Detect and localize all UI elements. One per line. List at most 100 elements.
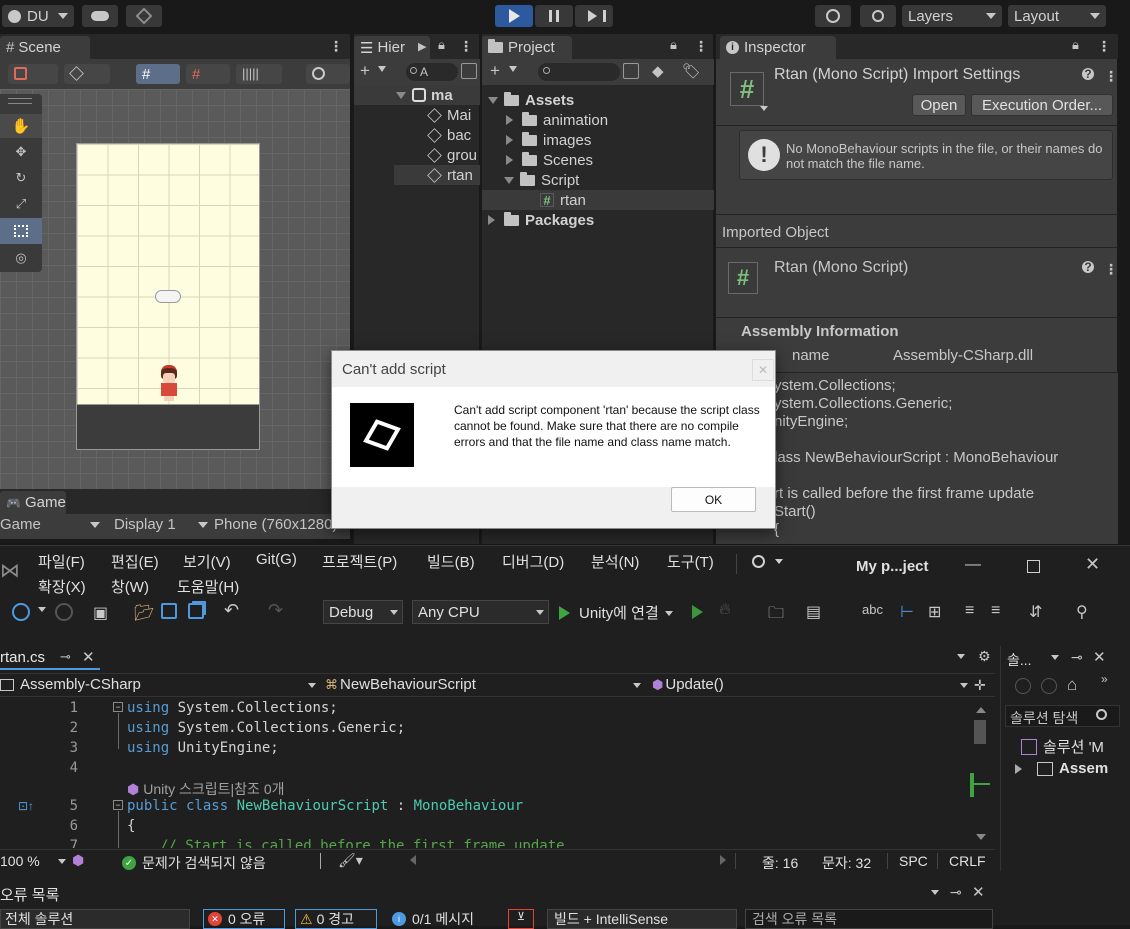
dialog-close-button[interactable]: ✕ bbox=[752, 359, 774, 381]
menu-git[interactable]: Git(G) bbox=[256, 551, 297, 568]
outdent-icon[interactable]: ≡ bbox=[991, 602, 1000, 620]
configuration-dropdown[interactable]: Debug bbox=[323, 600, 403, 624]
tree-images[interactable]: images bbox=[506, 130, 591, 150]
column-indicator[interactable]: 문자: 32 bbox=[822, 853, 871, 873]
errors-filter[interactable]: ✕ 0 오류 bbox=[203, 909, 285, 929]
line-ending-indicator[interactable]: CRLF bbox=[949, 853, 986, 869]
copilot-icon[interactable]: ⬢ bbox=[72, 852, 84, 869]
ok-button[interactable]: OK bbox=[671, 487, 756, 512]
pin-icon[interactable]: ⊸ bbox=[1071, 649, 1083, 666]
type-filter-icon[interactable]: ◆ bbox=[652, 62, 664, 80]
maximize-button[interactable] bbox=[1027, 560, 1040, 573]
menu-debug[interactable]: 디버그(D) bbox=[502, 551, 564, 572]
move-tool[interactable]: ✥ bbox=[0, 140, 42, 164]
build-filter-icon[interactable]: ⊻ bbox=[508, 909, 534, 929]
menu-build[interactable]: 빌드(B) bbox=[427, 551, 475, 572]
collapse-icon[interactable]: − bbox=[113, 702, 123, 712]
ruler-button[interactable]: ||||| bbox=[236, 64, 282, 84]
layers-dropdown[interactable]: Layers bbox=[902, 5, 1002, 27]
back-dropdown-icon[interactable] bbox=[38, 607, 46, 616]
scroll-thumb[interactable] bbox=[974, 720, 986, 744]
close-panel-icon[interactable]: ✕ bbox=[1093, 648, 1106, 666]
editor-scrollbar[interactable] bbox=[970, 698, 992, 848]
scroll-down-icon[interactable] bbox=[976, 834, 986, 845]
object-menu-icon[interactable]: ⋮ bbox=[1104, 261, 1118, 278]
palette-handle[interactable] bbox=[8, 98, 32, 104]
open-button[interactable]: Open bbox=[912, 94, 966, 116]
pin-icon[interactable]: ⊸ bbox=[950, 884, 962, 901]
tab-game[interactable]: 🎮 Game bbox=[0, 491, 66, 514]
scene-viewport[interactable] bbox=[0, 89, 350, 489]
step-button[interactable] bbox=[575, 5, 613, 27]
gizmo-dropdown[interactable] bbox=[8, 64, 58, 84]
view-tool-dropdown[interactable] bbox=[306, 64, 350, 84]
project-search-input[interactable] bbox=[538, 63, 620, 81]
pause-button[interactable] bbox=[535, 5, 573, 27]
platform-dropdown[interactable]: Any CPU bbox=[412, 600, 549, 624]
hierarchy-item[interactable]: bac bbox=[427, 125, 471, 145]
close-panel-icon[interactable]: ✕ bbox=[972, 883, 985, 901]
tab-scene[interactable]: # Scene bbox=[0, 36, 90, 59]
display-dropdown[interactable]: Display 1 bbox=[114, 516, 208, 533]
codelens[interactable]: ⬢ Unity 스크립트|참조 0개 bbox=[127, 779, 285, 799]
tree-scenes[interactable]: Scenes bbox=[506, 150, 593, 170]
hot-reload-icon[interactable]: 🔥︎ bbox=[719, 601, 731, 619]
snap-increment-button[interactable]: # bbox=[186, 64, 230, 84]
scene-menu-icon[interactable]: ⋮ bbox=[329, 38, 343, 55]
search-icon[interactable] bbox=[1096, 709, 1107, 720]
project-nav-dropdown[interactable]: Assembly-CSharp bbox=[0, 676, 316, 693]
toolbar-overflow-icon[interactable]: ⇵ bbox=[1029, 602, 1042, 622]
lock-icon[interactable]: 🔒︎ bbox=[670, 37, 677, 53]
class-nav-dropdown[interactable]: ⌘ NewBehaviourScript bbox=[325, 676, 641, 693]
help-icon[interactable]: ? bbox=[1082, 68, 1094, 80]
code-editor[interactable]: 1 2 3 4 5 6 7 − − ⊡↑ using System.Collec… bbox=[0, 698, 968, 848]
forward-icon[interactable] bbox=[55, 603, 73, 621]
project-menu-icon[interactable]: ⋮ bbox=[694, 38, 708, 55]
bookmark-icon[interactable]: ⊞ bbox=[928, 602, 941, 622]
icon-dropdown-icon[interactable] bbox=[760, 106, 768, 115]
search-button[interactable] bbox=[860, 5, 896, 27]
account-dropdown[interactable]: DU bbox=[2, 5, 74, 27]
tree-animation[interactable]: animation bbox=[506, 110, 608, 130]
grid-snap-button[interactable]: # bbox=[136, 64, 180, 84]
issues-indicator[interactable]: ✓ 문제가 검색되지 않음 bbox=[122, 853, 266, 873]
minimize-button[interactable]: — bbox=[965, 556, 981, 574]
build-source-dropdown[interactable]: 빌드 + IntelliSense bbox=[547, 909, 737, 929]
split-editor-icon[interactable]: ✛ bbox=[974, 677, 986, 694]
attach-unity-button[interactable]: Unity에 연결 bbox=[559, 602, 673, 623]
error-search-input[interactable]: 검색 오류 목록 bbox=[745, 909, 993, 929]
member-nav-dropdown[interactable]: ⬢ Update() bbox=[652, 676, 968, 693]
overflow-icon[interactable]: » bbox=[1101, 672, 1108, 686]
tree-rtan[interactable]: # rtan bbox=[482, 190, 714, 210]
add-icon[interactable]: + bbox=[490, 61, 500, 81]
search-filter-icon[interactable] bbox=[461, 63, 477, 79]
play-button[interactable] bbox=[495, 5, 533, 27]
folder-view-icon[interactable]: 🗀 bbox=[768, 602, 784, 629]
editor-settings-icon[interactable]: ⚙ bbox=[978, 648, 991, 665]
game-view-dropdown[interactable]: Game bbox=[0, 516, 100, 533]
back-icon[interactable] bbox=[12, 603, 30, 621]
hierarchy-item-selected[interactable]: rtan bbox=[394, 165, 480, 185]
lock-icon[interactable]: 🔒︎ bbox=[438, 37, 445, 53]
tab-rtan-cs[interactable]: rtan.cs ⊸ ✕ bbox=[0, 646, 100, 670]
collab-button[interactable] bbox=[126, 5, 162, 27]
line-indicator[interactable]: 줄: 16 bbox=[762, 853, 798, 873]
help-icon[interactable]: ? bbox=[1082, 261, 1094, 273]
tree-script[interactable]: Script bbox=[504, 170, 579, 190]
transform-tool[interactable]: ◎ bbox=[0, 246, 42, 270]
layout-dropdown[interactable]: Layout bbox=[1008, 5, 1106, 27]
save-all-icon[interactable] bbox=[188, 603, 204, 619]
rotate-tool[interactable]: ↻ bbox=[0, 166, 42, 190]
zoom-dropdown[interactable]: 100 % bbox=[0, 853, 66, 869]
browser-icon[interactable]: ▤ bbox=[806, 602, 821, 622]
scroll-left-icon[interactable] bbox=[405, 855, 416, 865]
rect-tool[interactable] bbox=[0, 218, 42, 244]
shading-dropdown[interactable] bbox=[64, 64, 110, 84]
menu-tools[interactable]: 도구(T) bbox=[667, 551, 714, 572]
hierarchy-menu-icon[interactable]: ⋮ bbox=[459, 38, 473, 55]
settings-menu-icon[interactable]: ⋮ bbox=[1104, 68, 1118, 85]
menu-project[interactable]: 프로젝트(P) bbox=[322, 551, 397, 572]
cloud-button[interactable] bbox=[82, 5, 118, 27]
hierarchy-search-input[interactable]: A bbox=[406, 63, 458, 81]
tab-scroll-icon[interactable]: ▶ bbox=[418, 40, 426, 53]
